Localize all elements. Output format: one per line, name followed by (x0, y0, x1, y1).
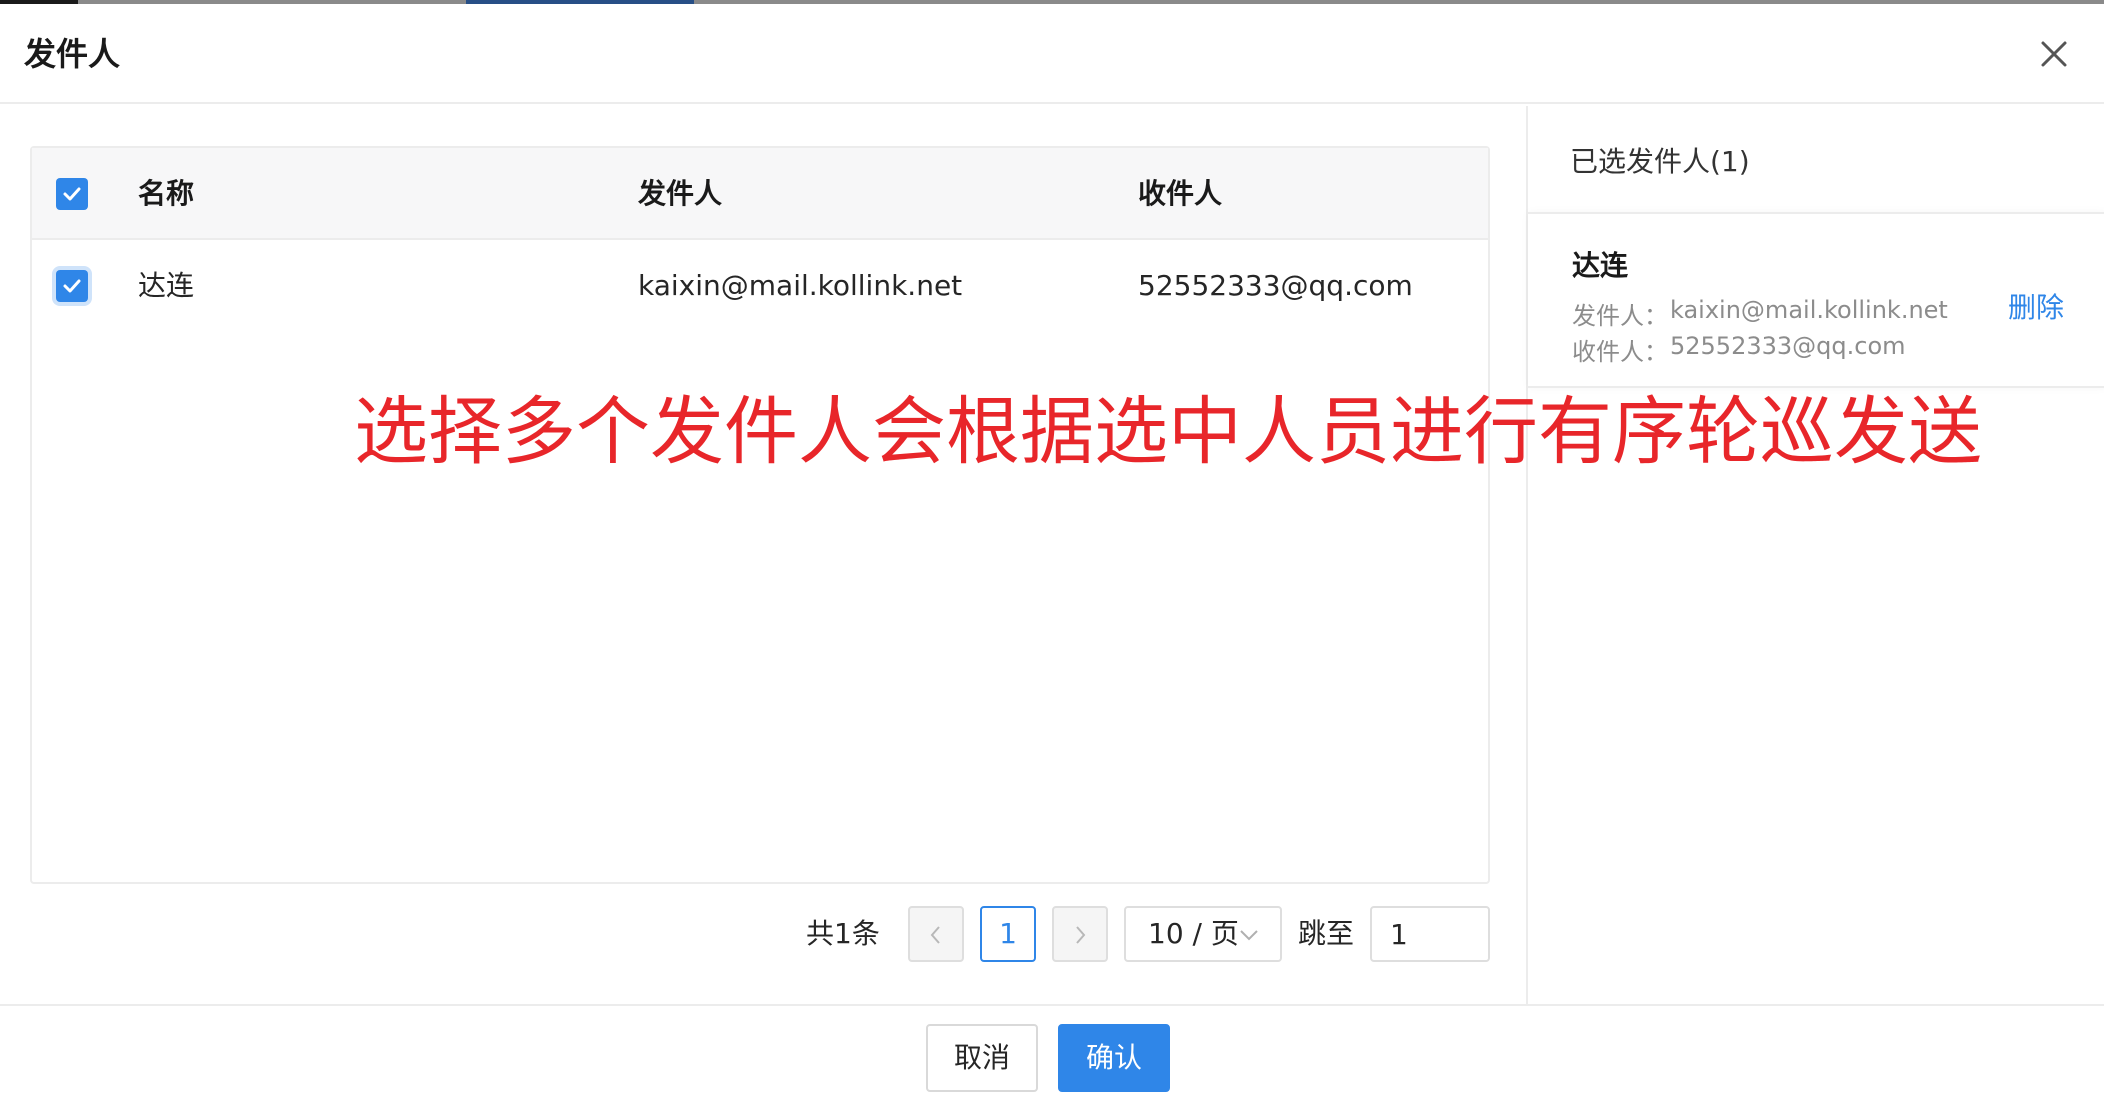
close-icon (2041, 41, 2067, 67)
jump-page-input[interactable] (1370, 906, 1490, 962)
table-header: 名称 发件人 收件人 (32, 148, 1488, 240)
confirm-button[interactable]: 确认 (1058, 1024, 1170, 1092)
delete-selected-button[interactable]: 删除 (2008, 286, 2064, 326)
selected-sender-line: 发件人： kaixin@mail.kollink.net (1572, 296, 1948, 331)
row-name: 达连 (138, 269, 195, 302)
row-sender: kaixin@mail.kollink.net (638, 269, 963, 302)
chevron-right-icon (1076, 926, 1086, 944)
selected-title: 已选发件人(1) (1570, 145, 1750, 178)
row-checkbox[interactable] (56, 270, 88, 302)
column-header-recipient[interactable]: 收件人 (1138, 148, 1222, 240)
chevron-down-icon (1240, 930, 1258, 941)
page-1-button[interactable]: 1 (980, 906, 1036, 962)
jump-label: 跳至 (1298, 917, 1355, 950)
close-button[interactable] (2038, 38, 2070, 70)
selected-recipient-line: 收件人： 52552333@qq.com (1572, 332, 1906, 367)
cancel-button[interactable]: 取消 (926, 1024, 1038, 1092)
selected-sender-card: 达连 发件人： kaixin@mail.kollink.net 收件人： 525… (1528, 212, 2104, 388)
selected-recipient-label: 收件人： (1572, 338, 1668, 366)
selected-sender-email: kaixin@mail.kollink.net (1670, 296, 1948, 324)
selected-senders-panel: 已选发件人(1) 达连 发件人： kaixin@mail.kollink.net… (1526, 106, 2104, 1004)
selected-sender-name: 达连 (1572, 249, 1629, 282)
check-icon (63, 187, 81, 201)
table-row[interactable]: 达连 kaixin@mail.kollink.net 52552333@qq.c… (32, 240, 1488, 332)
page-size-value: 10 / 页 (1148, 917, 1239, 950)
selected-sender-label: 发件人： (1572, 302, 1668, 330)
pagination-total: 共1条 (806, 917, 880, 950)
prev-page-button[interactable] (908, 906, 964, 962)
column-header-name[interactable]: 名称 (138, 148, 194, 240)
next-page-button[interactable] (1052, 906, 1108, 962)
pagination: 共1条 1 10 / 页 跳至 (0, 906, 1526, 962)
check-icon (63, 279, 81, 293)
row-recipient: 52552333@qq.com (1138, 269, 1413, 302)
chevron-left-icon (930, 926, 940, 944)
modal-footer: 取消 确认 (0, 1004, 2104, 1098)
selected-recipient-email: 52552333@qq.com (1670, 332, 1906, 360)
select-all-checkbox[interactable] (56, 178, 88, 210)
column-header-sender[interactable]: 发件人 (638, 148, 722, 240)
sender-modal: 发件人 名称 发件人 收件人 达连 kaixin@mail.kollink.ne… (0, 4, 2104, 1098)
page-size-select[interactable]: 10 / 页 (1124, 906, 1282, 962)
annotation-text: 选择多个发件人会根据选中人员进行有序轮巡发送 (354, 389, 1982, 475)
sender-list-panel: 名称 发件人 收件人 达连 kaixin@mail.kollink.net 52… (0, 106, 1526, 1004)
modal-title: 发件人 (24, 35, 121, 73)
sender-table: 名称 发件人 收件人 达连 kaixin@mail.kollink.net 52… (30, 146, 1490, 884)
modal-header: 发件人 (0, 4, 2104, 104)
